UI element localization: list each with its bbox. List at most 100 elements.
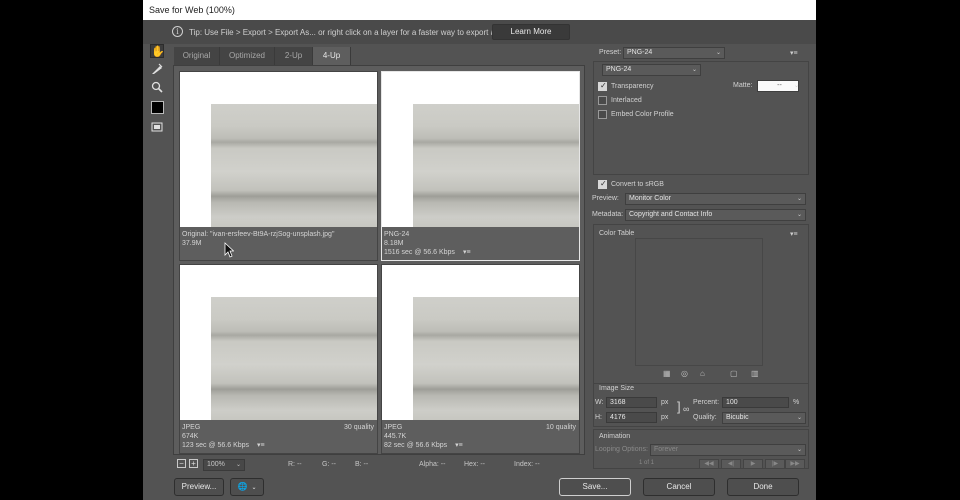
download-rate-menu-icon[interactable]: ▾≡ <box>463 248 471 257</box>
pane-format: PNG-24 <box>384 231 410 238</box>
optimize-settings-panel: Preset: PNG-24⌄ ▾≡ PNG-24⌄ Transparency … <box>590 44 814 474</box>
constrain-bracket-icon: ] <box>677 399 681 414</box>
last-frame-icon[interactable]: ▶▶ <box>785 459 805 469</box>
preview-pane-optimized-1[interactable]: PNG-24 8.18M 1516 sec @ 56.6 Kbps ▾≡ <box>381 71 580 261</box>
width-label: W: <box>595 399 604 406</box>
red-readout: R: -- <box>288 461 302 468</box>
matte-select[interactable]: -- <box>757 80 799 92</box>
optimize-menu-icon[interactable]: ▾≡ <box>790 49 798 57</box>
preview-pane-optimized-3[interactable]: JPEG 10 quality 445.7K 82 sec @ 56.6 Kbp… <box>381 264 580 454</box>
lock-color-icon[interactable]: ⌂ <box>700 369 705 378</box>
zoom-out-icon[interactable]: − <box>177 459 186 468</box>
embed-color-profile-label: Embed Color Profile <box>611 111 674 118</box>
blue-readout: B: -- <box>355 461 369 468</box>
info-icon: i <box>172 26 183 37</box>
preview-image <box>180 265 377 420</box>
percent-label: Percent: <box>693 399 720 406</box>
slice-select-tool-icon[interactable] <box>150 62 164 76</box>
preview-image <box>382 265 579 420</box>
status-bar: − + 100% ⌄ R: -- G: -- B: -- Alpha: -- He… <box>174 458 585 472</box>
metadata-select[interactable]: Copyright and Contact Info ⌄ <box>625 209 806 221</box>
color-table-menu-icon[interactable]: ▾≡ <box>790 230 798 238</box>
color-table-title: Color Table <box>599 230 635 237</box>
pane-quality: 30 quality <box>344 424 374 431</box>
toggle-slices-visibility-icon[interactable] <box>150 120 164 134</box>
pane-info: PNG-24 8.18M 1516 sec @ 56.6 Kbps ▾≡ <box>384 230 576 257</box>
new-color-icon[interactable]: ▢ <box>730 369 738 378</box>
pane-file-size: 445.7K <box>384 433 407 440</box>
interlaced-label: Interlaced <box>611 97 642 104</box>
convert-srgb-label: Convert to sRGB <box>611 181 664 188</box>
percent-input[interactable]: 100 <box>722 397 789 408</box>
preview-color-select[interactable]: Monitor Color ⌄ <box>625 193 806 205</box>
window-title: Save for Web (100%) <box>149 5 235 15</box>
learn-more-button[interactable]: Learn More <box>492 24 570 40</box>
looping-options-select[interactable]: Forever ⌄ <box>650 444 806 456</box>
pane-download-time: 123 sec @ 56.6 Kbps <box>182 442 250 449</box>
zoom-level-select[interactable]: 100% ⌄ <box>203 459 245 471</box>
hand-tool-icon[interactable]: ✋ <box>150 44 165 58</box>
pane-download-time: 1516 sec @ 56.6 Kbps <box>384 249 455 256</box>
tools-panel: ✋ <box>143 44 171 464</box>
tab-2-up[interactable]: 2-Up <box>275 47 313 65</box>
download-rate-menu-icon[interactable]: ▾≡ <box>257 441 265 450</box>
color-table-swatches[interactable] <box>635 238 763 366</box>
chevron-down-icon[interactable]: ⌄ <box>794 82 799 89</box>
preview-image <box>180 72 377 227</box>
eyedropper-color-swatch[interactable] <box>151 101 164 114</box>
preview-area: Original: "ivan-ersfeev-Bt9A-rzjSog-unsp… <box>173 65 585 455</box>
zoom-tool-icon[interactable] <box>150 80 164 94</box>
matte-label: Matte: <box>733 82 753 89</box>
height-unit: px <box>661 414 669 421</box>
preview-browser-button[interactable]: 🌐 ⌄ <box>230 478 264 496</box>
tab-optimized[interactable]: Optimized <box>220 47 275 65</box>
index-readout: Index: -- <box>514 461 540 468</box>
file-format-select[interactable]: PNG-24 ⌄ <box>602 64 701 76</box>
tab-original[interactable]: Original <box>174 47 220 65</box>
width-input[interactable]: 3168 <box>606 397 657 408</box>
tip-bar: i Tip: Use File > Export > Export As... … <box>143 20 816 44</box>
preset-label: Preset: <box>599 49 622 56</box>
title-bar: Save for Web (100%) <box>143 0 816 20</box>
link-proportions-icon[interactable]: ∞ <box>683 404 689 414</box>
resample-quality-select[interactable]: Bicubic ⌄ <box>722 412 806 424</box>
width-unit: px <box>661 399 669 406</box>
previous-frame-icon[interactable]: ◀| <box>721 459 741 469</box>
map-to-transparent-icon[interactable]: ▦ <box>663 369 671 378</box>
preview-pane-optimized-2[interactable]: JPEG 30 quality 674K 123 sec @ 56.6 Kbps… <box>179 264 378 454</box>
quality-label: Quality: <box>693 414 717 421</box>
cancel-button[interactable]: Cancel <box>643 478 715 496</box>
web-shift-icon[interactable]: ◎ <box>681 369 688 378</box>
interlaced-checkbox[interactable] <box>598 96 607 105</box>
pane-download-time: 82 sec @ 56.6 Kbps <box>384 442 448 449</box>
height-input[interactable]: 4176 <box>606 412 657 423</box>
pane-info: JPEG 30 quality 674K 123 sec @ 56.6 Kbps… <box>182 423 374 450</box>
format-settings-box <box>593 61 809 175</box>
globe-icon: 🌐 <box>237 482 248 491</box>
pane-file-size: 37.9M <box>182 240 202 247</box>
animation-title: Animation <box>599 433 631 440</box>
trash-icon[interactable]: ▥ <box>751 369 759 378</box>
transparency-checkbox[interactable] <box>598 81 607 91</box>
tip-text: Tip: Use File > Export > Export As... or… <box>189 28 514 37</box>
frame-counter: 1 of 1 <box>639 460 655 466</box>
preview-pane-original[interactable]: Original: "ivan-ersfeev-Bt9A-rzjSog-unsp… <box>179 71 378 261</box>
tab-4-up[interactable]: 4-Up <box>313 47 351 65</box>
pane-file-size: 674K <box>182 433 199 440</box>
pane-file-size: 8.18M <box>384 240 404 247</box>
done-button[interactable]: Done <box>727 478 799 496</box>
play-icon[interactable]: ▶ <box>743 459 763 469</box>
zoom-in-icon[interactable]: + <box>189 459 198 468</box>
pane-info: Original: "ivan-ersfeev-Bt9A-rzjSog-unsp… <box>182 230 374 248</box>
view-tabs: Original Optimized 2-Up 4-Up <box>174 47 585 65</box>
mouse-pointer-icon <box>224 242 235 261</box>
embed-color-profile-checkbox[interactable] <box>598 110 607 119</box>
next-frame-icon[interactable]: |▶ <box>765 459 785 469</box>
convert-srgb-checkbox[interactable] <box>598 179 607 189</box>
preview-button[interactable]: Preview... <box>174 478 224 496</box>
first-frame-icon[interactable]: ◀◀ <box>699 459 719 469</box>
preset-select[interactable]: PNG-24 ⌄ <box>623 47 725 59</box>
pane-quality: 10 quality <box>546 424 576 431</box>
save-button[interactable]: Save... <box>559 478 631 496</box>
download-rate-menu-icon[interactable]: ▾≡ <box>455 441 463 450</box>
